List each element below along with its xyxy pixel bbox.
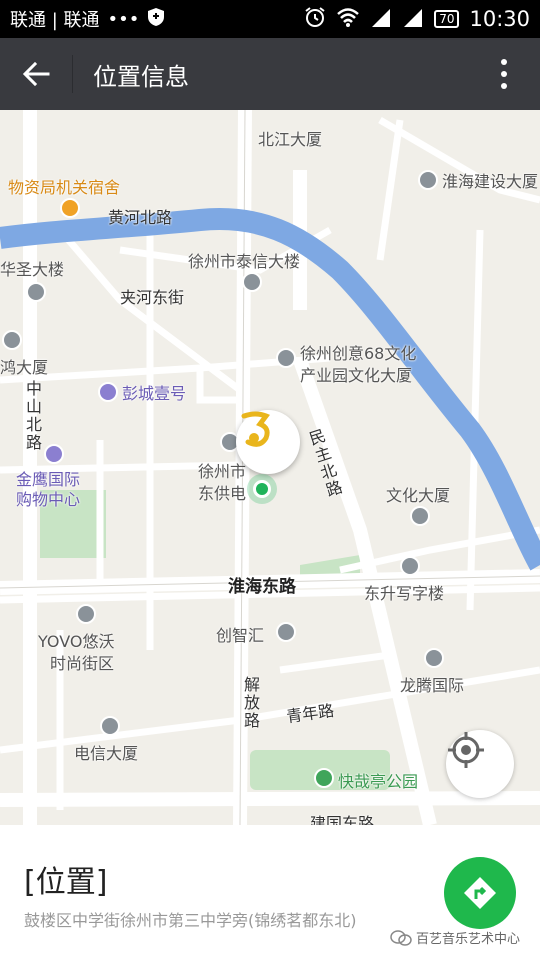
watermark-text: 百艺音乐艺术中心 <box>416 932 521 947</box>
map-label-taixin: 徐州市泰信大楼 <box>188 252 301 271</box>
building-icon <box>98 382 118 402</box>
alarm-icon <box>304 6 326 33</box>
location-panel: [位置] 鼓楼区中学街徐州市第三中学旁(锦绣茗都东北) 百艺音乐艺术中心 <box>0 825 540 960</box>
notification-dots: ••• <box>107 8 140 30</box>
location-title: [位置] <box>24 865 108 900</box>
map-label-zhongshan: 中山北路 <box>23 380 42 452</box>
watermark: 百艺音乐艺术中心 <box>390 928 520 947</box>
status-bar: 联通 | 联通 ••• 70 10:30 <box>0 0 540 38</box>
map-label-jiahe-street: 夹河东街 <box>120 288 185 307</box>
map-label-hong: 鸿大厦 <box>0 358 49 377</box>
map-label-longteng: 龙腾国际 <box>400 676 465 695</box>
current-position-dot <box>253 480 271 498</box>
signal-icon <box>370 7 392 32</box>
building-icon <box>418 170 438 190</box>
carrier-label: 联通 | 联通 <box>10 10 100 31</box>
building-icon <box>44 444 64 464</box>
map-label-dianxin: 电信大厦 <box>74 744 139 763</box>
building-icon <box>276 348 296 368</box>
map-label-chuangzhi: 创智汇 <box>216 626 265 645</box>
battery-icon: 70 <box>434 10 460 28</box>
map-label-yovo-1: YOVO悠沃 <box>38 632 115 651</box>
more-vertical-icon <box>501 59 507 89</box>
building-icon <box>242 272 262 292</box>
building-icon <box>424 648 444 668</box>
map-label-huaihai-east: 淮海东路 <box>228 577 296 597</box>
building-icon <box>400 556 420 576</box>
wechat-icon <box>390 929 412 946</box>
location-address: 鼓楼区中学街徐州市第三中学旁(锦绣茗都东北) <box>24 911 357 930</box>
navigation-arrow-icon <box>464 877 496 909</box>
building-icon <box>276 622 296 642</box>
building-icon <box>100 716 120 736</box>
music-note-logo-icon <box>241 411 270 447</box>
map-label-gongdian-2: 东供电 <box>198 484 247 503</box>
map-label-jianguo: 建国东路 <box>310 814 375 825</box>
page-title: 位置信息 <box>93 62 189 91</box>
map-label-jinying-2: 购物中心 <box>16 490 81 509</box>
my-location-button[interactable] <box>446 730 514 798</box>
clock: 10:30 <box>469 7 530 31</box>
back-button[interactable] <box>0 38 72 110</box>
app-bar: 位置信息 <box>0 38 540 110</box>
signal-icon-2 <box>402 7 424 32</box>
building-icon <box>410 506 430 526</box>
map-label-jiefang: 解放路 <box>241 676 260 730</box>
wifi-icon <box>336 7 360 32</box>
map-label-gongdian-1: 徐州市 <box>198 462 247 481</box>
building-icon <box>26 282 46 302</box>
map-view[interactable]: 北江大厦 物资局机关宿舍 淮海建设大厦 黄河北路 华圣大楼 徐州市泰信大楼 夹河… <box>0 110 540 825</box>
app-bar-divider <box>72 55 73 93</box>
building-icon <box>76 604 96 624</box>
building-icon <box>60 198 80 218</box>
map-label-huasheng: 华圣大楼 <box>0 260 65 279</box>
map-label-chuangyi-2: 产业园文化大厦 <box>300 366 413 385</box>
map-label-chuangyi-1: 徐州创意68文化 <box>300 344 417 363</box>
back-arrow-icon <box>22 61 50 87</box>
map-label-kuaizai: 快哉亭公园 <box>338 772 419 791</box>
location-marker[interactable] <box>236 410 300 474</box>
building-icon <box>2 330 22 350</box>
map-label-huanghe-road: 黄河北路 <box>108 208 173 227</box>
map-label-dongsheng: 东升写字楼 <box>364 584 445 603</box>
map-label-wuziju: 物资局机关宿舍 <box>8 178 121 197</box>
park-icon <box>314 768 334 788</box>
map-label-pengcheng: 彭城壹号 <box>122 384 187 403</box>
crosshair-icon <box>448 732 484 768</box>
map-label-beijiang: 北江大厦 <box>258 130 323 149</box>
map-label-huaihai-jianshe: 淮海建设大厦 <box>442 172 539 191</box>
navigate-button[interactable] <box>444 857 516 929</box>
more-options-button[interactable] <box>468 38 540 110</box>
shield-icon <box>147 7 165 32</box>
map-label-yovo-2: 时尚街区 <box>50 654 115 673</box>
map-label-wenhua: 文化大厦 <box>386 486 451 505</box>
